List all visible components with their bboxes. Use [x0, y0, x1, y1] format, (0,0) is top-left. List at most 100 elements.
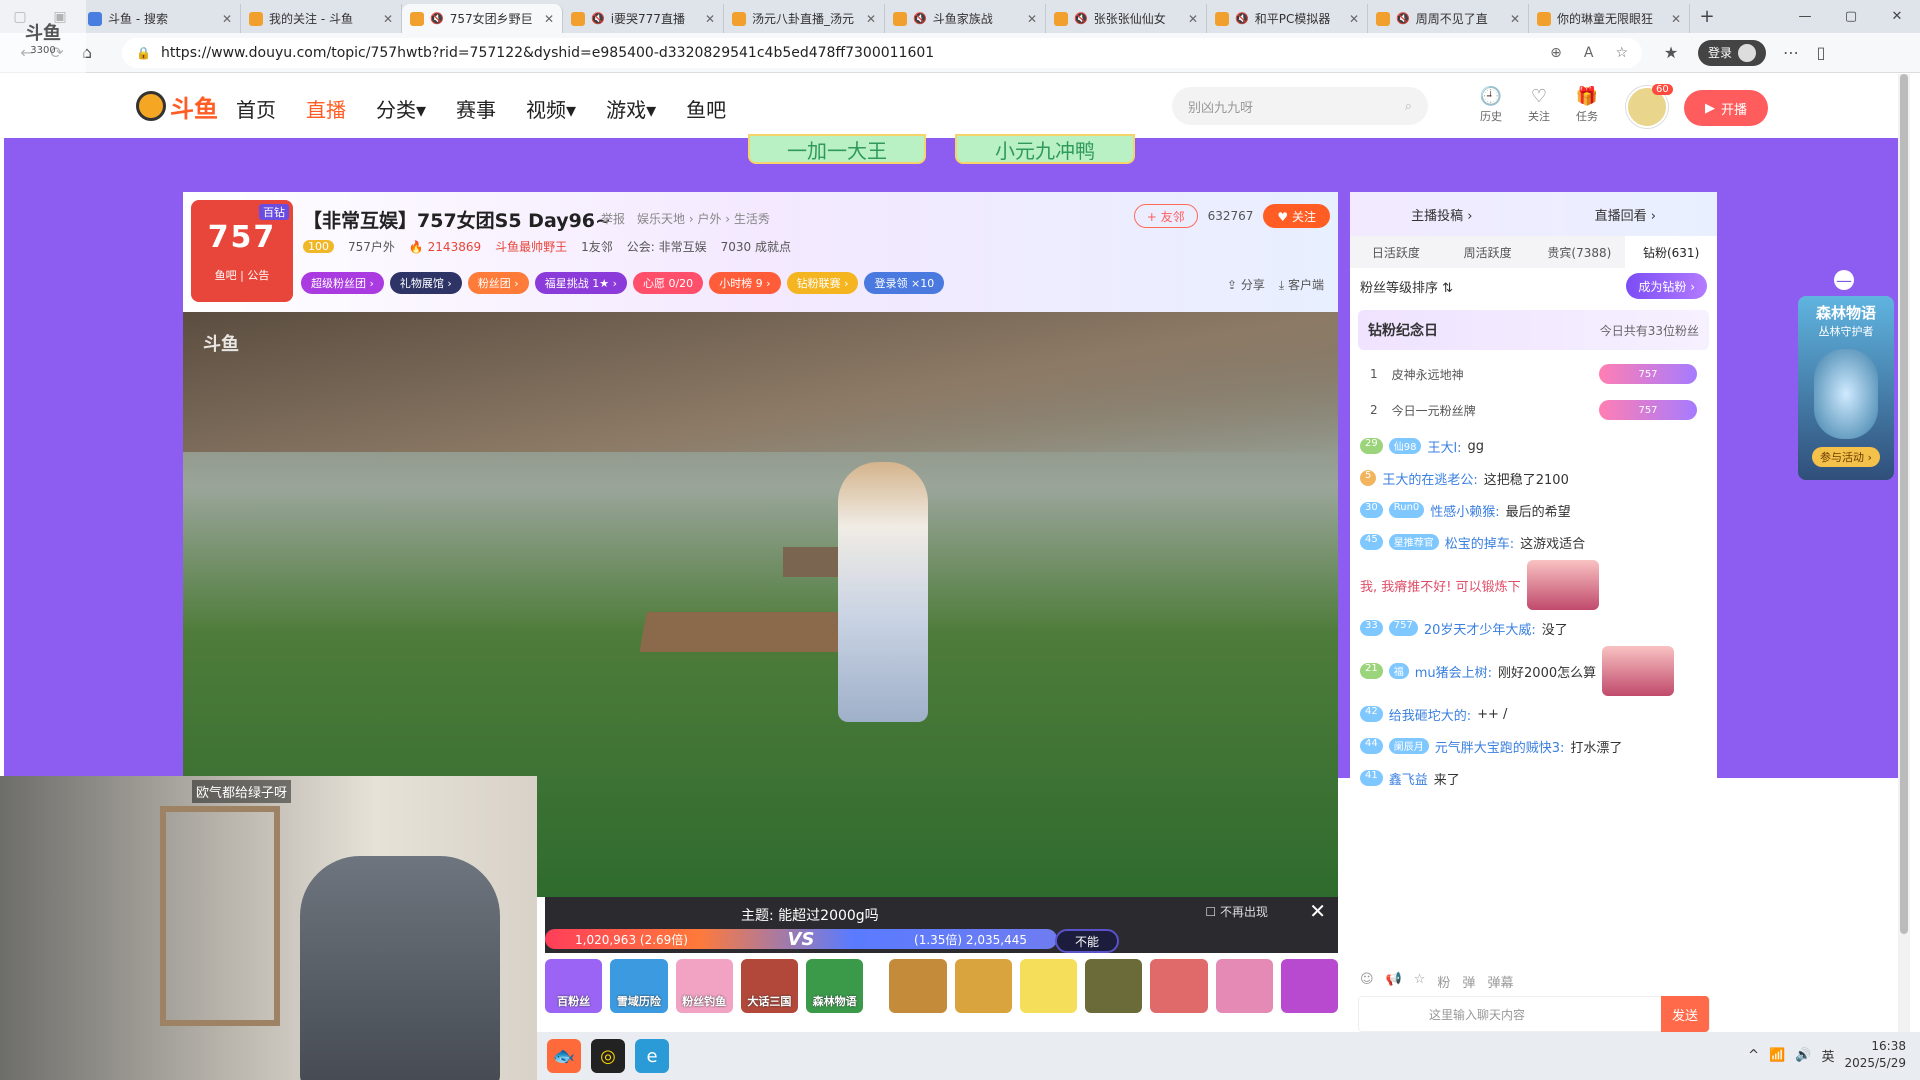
- mute-icon[interactable]: 🔇: [1396, 12, 1410, 25]
- anchor-name[interactable]: 757户外: [348, 238, 395, 255]
- tab-close-icon[interactable]: ✕: [1188, 12, 1198, 26]
- gift-item[interactable]: 百粉丝: [545, 958, 603, 1013]
- nav-item[interactable]: 首页: [236, 94, 276, 123]
- chat-username[interactable]: 元气胖大宝跑的贼快3:: [1435, 737, 1565, 756]
- chat-tool-0[interactable]: ☺: [1360, 972, 1374, 991]
- follow-button[interactable]: ♥ 关注: [1263, 204, 1330, 228]
- feature-pill[interactable]: 粉丝团 ›: [467, 272, 529, 294]
- feature-pill[interactable]: 心愿 0/20: [632, 272, 704, 294]
- tab-close-icon[interactable]: ✕: [866, 12, 876, 26]
- tab-close-icon[interactable]: ✕: [383, 12, 393, 26]
- zoom-icon[interactable]: ⊕: [1550, 45, 1562, 61]
- tab-close-icon[interactable]: ✕: [705, 12, 715, 26]
- mute-icon[interactable]: 🔇: [591, 12, 605, 25]
- gift-item[interactable]: [1150, 958, 1208, 1013]
- obs-app-icon[interactable]: ◎: [591, 1039, 625, 1073]
- fan-row[interactable]: 1 皮神永远地神 757: [1350, 356, 1717, 392]
- share-button[interactable]: ⇪ 分享: [1227, 276, 1265, 293]
- mute-icon[interactable]: 🔇: [1235, 12, 1249, 25]
- chat-username[interactable]: 20岁天才少年大威:: [1424, 619, 1536, 638]
- tab-close-icon[interactable]: ✕: [1349, 12, 1359, 26]
- douyu-app-icon[interactable]: 🐟: [547, 1039, 581, 1073]
- browser-tab[interactable]: 斗鱼 - 搜索 ✕: [80, 4, 241, 33]
- tab-close-icon[interactable]: ✕: [1671, 12, 1681, 26]
- room-logo[interactable]: 百钻 757 鱼吧 | 公告: [191, 200, 293, 302]
- favorite-star-icon[interactable]: ☆: [1615, 45, 1628, 61]
- chat-username[interactable]: 性感小赖猴:: [1430, 501, 1499, 520]
- start-live-button[interactable]: ▶ 开播: [1684, 90, 1768, 126]
- tab-close-icon[interactable]: ✕: [222, 12, 232, 26]
- gift-item[interactable]: [889, 958, 947, 1013]
- ime-indicator[interactable]: 英: [1821, 1046, 1834, 1065]
- achievement-points[interactable]: 7030 成就点: [721, 238, 791, 255]
- new-tab-button[interactable]: +: [1690, 6, 1724, 27]
- mute-icon[interactable]: 🔇: [1074, 12, 1088, 25]
- search-input[interactable]: 别凶九九呀 ⌕: [1172, 87, 1428, 125]
- chat-tool-1[interactable]: 📢: [1386, 972, 1402, 991]
- tab-close-icon[interactable]: ✕: [1510, 12, 1520, 26]
- chat-tool-5[interactable]: 弹幕: [1487, 972, 1513, 991]
- feature-pill[interactable]: 钻粉联赛 ›: [786, 272, 859, 294]
- chat-tool-3[interactable]: 粉: [1437, 972, 1450, 991]
- chat-username[interactable]: 王大的在逃老公:: [1382, 469, 1477, 488]
- chat-tool-4[interactable]: 弹: [1462, 972, 1475, 991]
- header-icon-2[interactable]: 🎁 任务: [1574, 86, 1600, 124]
- edge-app-icon[interactable]: e: [635, 1039, 669, 1073]
- client-button[interactable]: ⤓ 客户端: [1279, 276, 1324, 293]
- ad-join-button[interactable]: 参与活动 ›: [1812, 447, 1880, 467]
- favorites-icon[interactable]: ★: [1656, 43, 1686, 62]
- chat-username[interactable]: 给我砸坨大的:: [1389, 705, 1471, 724]
- chat-username[interactable]: 鑫飞益: [1389, 769, 1428, 788]
- browser-tab[interactable]: 你的琳童无限眼狂 ✕: [1529, 4, 1690, 33]
- nav-item[interactable]: 游戏▾: [606, 94, 656, 123]
- feature-pill[interactable]: 福星挑战 1★ ›: [534, 272, 627, 294]
- nav-item[interactable]: 鱼吧: [686, 94, 726, 123]
- tray-expand-icon[interactable]: ^: [1748, 1048, 1759, 1063]
- gift-item[interactable]: [1280, 958, 1338, 1013]
- report-link[interactable]: 举报: [601, 210, 625, 227]
- gift-item[interactable]: 雪域历险: [610, 958, 668, 1013]
- gift-item[interactable]: 森林物语: [806, 958, 864, 1013]
- replay-link[interactable]: 直播回看 ›: [1595, 205, 1656, 224]
- page-scrollbar[interactable]: [1898, 74, 1910, 1032]
- search-icon[interactable]: ⌕: [1405, 99, 1412, 114]
- sidebar-toggle-icon[interactable]: ▯: [1806, 43, 1836, 62]
- chat-input[interactable]: 这里输入聊天内容 发送: [1358, 996, 1710, 1032]
- banner-button-1[interactable]: 一加一大王: [748, 134, 926, 164]
- browser-tab[interactable]: 我的关注 - 斗鱼 ✕: [241, 4, 402, 33]
- volume-icon[interactable]: 🔊: [1795, 1048, 1811, 1063]
- browser-tab[interactable]: 🔇 张张张仙仙女 ✕: [1046, 4, 1207, 33]
- nav-item[interactable]: 直播: [306, 94, 346, 123]
- nav-item[interactable]: 分类▾: [376, 94, 426, 123]
- read-aloud-icon[interactable]: A: [1584, 45, 1594, 61]
- tab-close-icon[interactable]: ✕: [544, 12, 554, 26]
- header-icon-1[interactable]: ♡ 关注: [1526, 86, 1552, 124]
- activity-ad[interactable]: 森林物语 丛林守护者 参与活动 ›: [1798, 296, 1894, 480]
- scrollbar-thumb[interactable]: [1900, 74, 1908, 934]
- rank-tab[interactable]: 日活跃度: [1350, 236, 1442, 268]
- mute-icon[interactable]: 🔇: [430, 12, 444, 25]
- browser-login-button[interactable]: 登录: [1698, 39, 1767, 66]
- pk-close-icon[interactable]: ✕: [1309, 899, 1326, 923]
- chat-tool-2[interactable]: ☆: [1414, 972, 1426, 991]
- more-menu-icon[interactable]: ⋯: [1776, 43, 1806, 62]
- rank-tab[interactable]: 贵宾(7388): [1534, 236, 1626, 268]
- rank-tab[interactable]: 钻粉(631): [1625, 236, 1717, 268]
- chat-username[interactable]: mu猪会上树:: [1415, 662, 1492, 681]
- fan-row[interactable]: 2 今日一元粉丝牌 757: [1350, 392, 1717, 428]
- pk-vote-button[interactable]: 不能: [1055, 929, 1119, 953]
- rank-tab[interactable]: 周活跃度: [1442, 236, 1534, 268]
- mute-icon[interactable]: 🔇: [913, 12, 927, 25]
- feature-pill[interactable]: 小时榜 9 ›: [709, 272, 781, 294]
- clock[interactable]: 16:38 2025/5/29: [1844, 1038, 1906, 1072]
- minimize-icon[interactable]: —: [1782, 0, 1828, 33]
- anchor-post-link[interactable]: 主播投稿 ›: [1411, 205, 1472, 224]
- gift-item[interactable]: 粉丝钓鱼: [675, 958, 733, 1013]
- douyu-logo[interactable]: 斗鱼: [136, 88, 226, 124]
- feature-pill[interactable]: 超级粉丝团 ›: [301, 272, 384, 294]
- category-breadcrumb[interactable]: 娱乐天地 › 户外 › 生活秀: [637, 210, 770, 227]
- honor-title[interactable]: 斗鱼最帅野王: [495, 238, 567, 255]
- guild-label[interactable]: 公会: 非常互娱: [627, 238, 707, 255]
- rank-sort-label[interactable]: 粉丝等级排序 ⇅: [1360, 277, 1453, 296]
- add-friend-button[interactable]: + 友邻: [1133, 204, 1198, 228]
